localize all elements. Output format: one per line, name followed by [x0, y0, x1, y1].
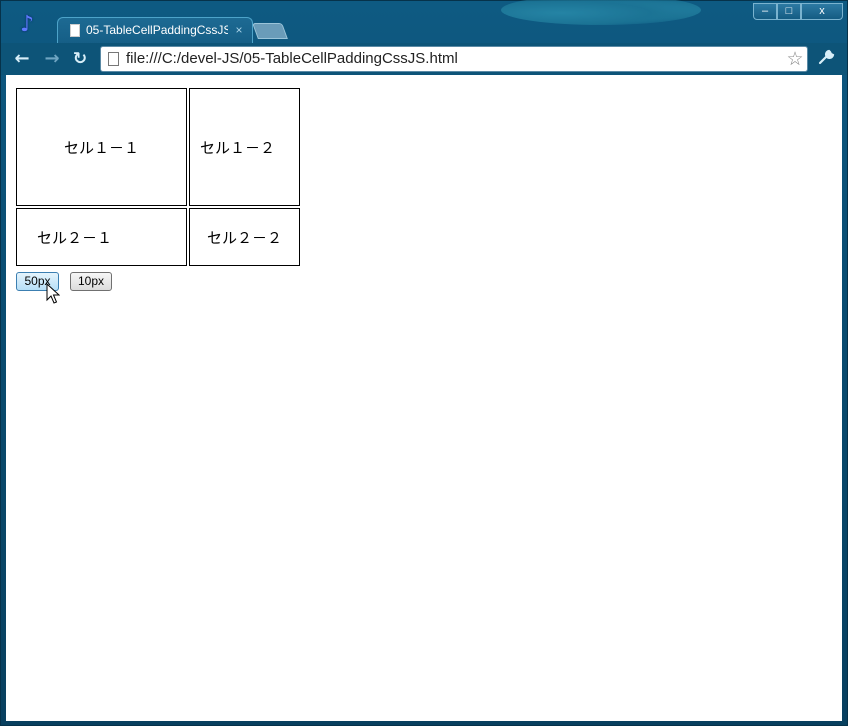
reload-icon[interactable]: ↻ — [69, 48, 91, 70]
title-bar: ♪ 05-TableCellPaddingCssJS × – □ x — [1, 0, 847, 44]
minimize-button[interactable]: – — [753, 3, 777, 20]
wrench-icon[interactable] — [816, 48, 838, 70]
close-button[interactable]: x — [801, 3, 843, 20]
table-cell: セル２－２ — [189, 208, 300, 266]
bookmark-star-icon[interactable]: ☆ — [785, 48, 805, 70]
tab-title: 05-TableCellPaddingCssJS — [86, 23, 228, 37]
table-cell: セル２－１ — [16, 208, 187, 266]
app-icon[interactable]: ♪ — [15, 11, 39, 37]
browser-window: ♪ 05-TableCellPaddingCssJS × – □ x ← → ↻… — [0, 0, 848, 726]
url-text[interactable]: file:///C:/devel-JS/05-TableCellPaddingC… — [126, 50, 458, 68]
tab-active[interactable]: 05-TableCellPaddingCssJS × — [57, 17, 253, 44]
maximize-button[interactable]: □ — [777, 3, 801, 20]
browser-toolbar: ← → ↻ file:///C:/devel-JS/05-TableCellPa… — [1, 43, 847, 75]
table-cell: セル１－２ — [189, 88, 300, 206]
forward-icon[interactable]: → — [41, 48, 63, 70]
table-cell: セル１－１ — [16, 88, 187, 206]
padding-10px-button[interactable]: 10px — [70, 272, 112, 291]
tab-close-icon[interactable]: × — [232, 22, 246, 38]
wrench-glyph — [818, 49, 835, 65]
mouse-cursor-icon — [46, 282, 61, 305]
document-icon — [70, 24, 80, 37]
back-icon[interactable]: ← — [11, 48, 33, 70]
address-bar[interactable]: file:///C:/devel-JS/05-TableCellPaddingC… — [100, 46, 808, 72]
page-icon — [108, 52, 119, 66]
page-content: セル１－１ セル１－２ セル２－１ セル２－２ 50px 10px — [6, 75, 842, 721]
new-tab-button[interactable] — [252, 23, 288, 39]
theme-decoration — [501, 0, 701, 25]
